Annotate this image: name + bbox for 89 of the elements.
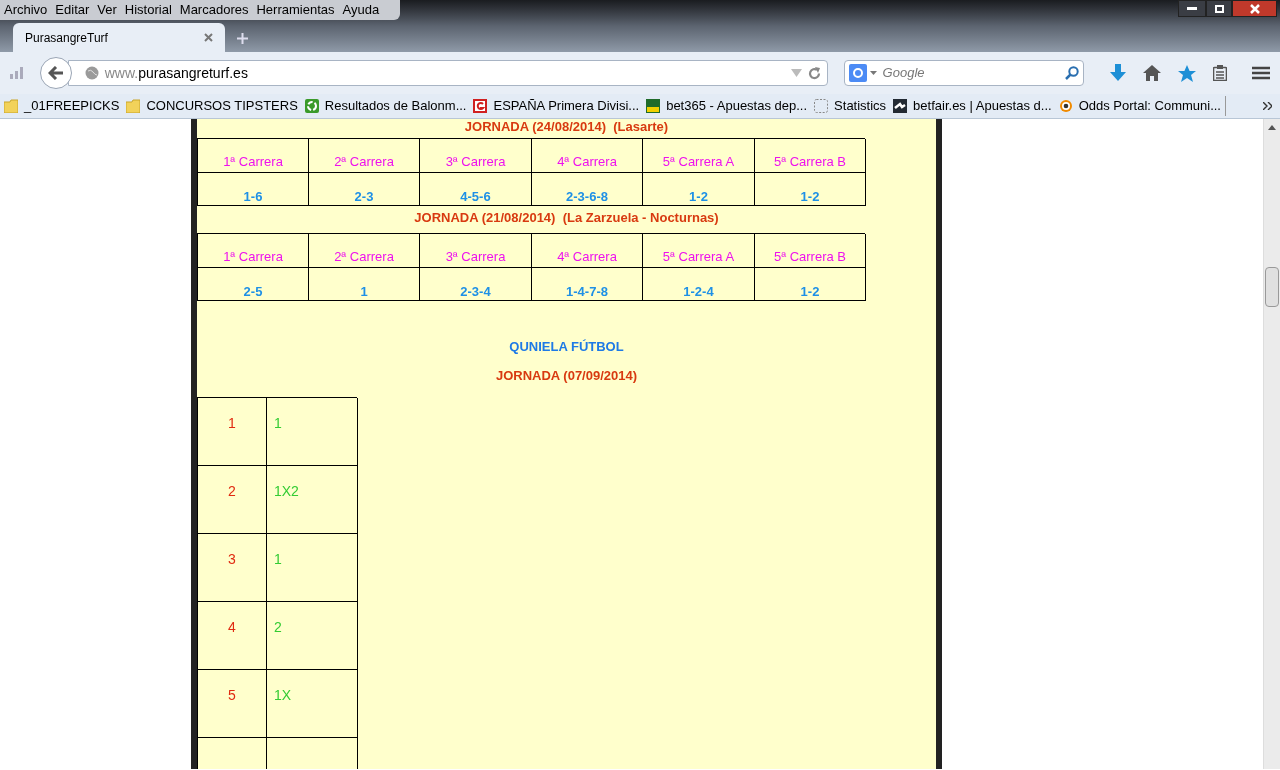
table-cell: 2-3 [309, 173, 420, 206]
table-cell: 2-3-6-8 [532, 173, 643, 206]
minimize-button[interactable] [1178, 0, 1206, 17]
bookmark-link[interactable]: ESPAÑA Primera Divisi... [493, 96, 640, 116]
star-icon[interactable] [1178, 64, 1196, 82]
caret-icon[interactable] [869, 71, 877, 75]
table-cell: 4 [198, 602, 267, 670]
table-header-cell: 4ª Carrera [532, 234, 643, 268]
bookmark-link[interactable]: Statistics [834, 96, 887, 116]
site-icon [893, 99, 908, 113]
folder-icon [126, 99, 141, 113]
table-cell: 1 [198, 398, 267, 466]
table-header-cell: 2ª Carrera [309, 139, 420, 173]
reading-list-icon[interactable] [1213, 65, 1227, 81]
table-cell: 3 [198, 534, 267, 602]
table-cell: 1X2 [267, 466, 358, 534]
reload-icon[interactable] [807, 66, 821, 80]
back-arrow-icon [47, 66, 64, 80]
table-header-cell: 2ª Carrera [309, 234, 420, 268]
download-icon[interactable] [1110, 64, 1126, 82]
signal-icon [10, 67, 24, 79]
menu-item[interactable]: Historial [120, 0, 176, 20]
section-heading: QUNIELA FÚTBOL [508, 338, 625, 356]
table-cell: 1X [267, 670, 358, 738]
section-heading: JORNADA (24/08/2014) (Lasarte) [463, 119, 670, 136]
table-header-cell: 3ª Carrera [420, 234, 532, 268]
bookmark-link[interactable]: Odds Portal: Communi... [1078, 96, 1221, 116]
address-field[interactable]: www.purasangreturf.es [67, 60, 828, 86]
table-cell: 1-4-7-8 [532, 268, 643, 301]
close-icon[interactable] [204, 33, 213, 42]
site-icon [473, 99, 488, 113]
section-heading: JORNADA (07/09/2014) [494, 367, 639, 385]
search-icon[interactable] [1065, 66, 1079, 80]
table-header-cell: 1ª Carrera [198, 234, 309, 268]
table-cell: 5 [198, 670, 267, 738]
back-button[interactable] [39, 57, 72, 89]
table-cell: 1 [267, 398, 358, 466]
menu-item[interactable]: Ayuda [338, 0, 384, 20]
table-cell: 1-2 [755, 268, 866, 301]
dashed-square-icon [814, 99, 829, 113]
table-header-cell: 5ª Carrera A [643, 234, 755, 268]
restore-button[interactable] [1206, 0, 1232, 17]
menu-icon[interactable] [1252, 66, 1270, 80]
table-cell: 1-2-4 [643, 268, 755, 301]
new-tab-icon[interactable] [237, 33, 248, 44]
search-input[interactable]: Google [882, 63, 1065, 83]
table-header-cell: 3ª Carrera [420, 139, 532, 173]
menu-item[interactable]: Marcadores [175, 0, 253, 20]
bookmark-link[interactable]: Resultados de Balonm... [324, 96, 467, 116]
table-header-cell: 1ª Carrera [198, 139, 309, 173]
circular-arrows-icon [304, 99, 319, 113]
table-cell: 1-2 [755, 173, 866, 206]
url-text: www.purasangreturf.es [104, 63, 248, 83]
table-header-cell: 5ª Carrera B [755, 234, 866, 268]
bookmark-link[interactable]: CONCURSOS TIPSTERS [146, 96, 298, 116]
home-icon[interactable] [1143, 65, 1161, 81]
bookmark-link[interactable]: betfair.es | Apuestas d... [913, 96, 1052, 116]
search-field[interactable]: Google [843, 60, 1084, 86]
table-header-cell: 4ª Carrera [532, 139, 643, 173]
target-icon [1058, 99, 1073, 113]
site-icon [646, 99, 661, 113]
menu-item[interactable]: Archivo [0, 0, 52, 20]
table-cell: 1 [267, 534, 358, 602]
globe-icon [84, 66, 99, 80]
close-button[interactable] [1232, 0, 1277, 17]
table-cell: 1-2 [643, 173, 755, 206]
google-logo-icon [848, 64, 867, 82]
table-cell: 2-3-4 [420, 268, 532, 301]
table-cell: 1-6 [198, 173, 309, 206]
table-cell: 2-5 [198, 268, 309, 301]
table-header-cell: 5ª Carrera A [643, 139, 755, 173]
bookmark-link[interactable]: _01FREEPICKS [24, 96, 120, 116]
section-heading: JORNADA (21/08/2014) (La Zarzuela - Nocturnas) [413, 209, 720, 227]
chevron-icon[interactable] [1263, 102, 1272, 110]
folder-icon [4, 99, 18, 113]
table-cell: 4-5-6 [420, 173, 532, 206]
scroll-up-icon[interactable] [1268, 125, 1276, 130]
browser-tab[interactable]: PurasangreTurf [13, 23, 225, 52]
scroll-thumb[interactable] [1265, 267, 1279, 307]
menu-item[interactable]: Editar [51, 0, 94, 20]
menu-item[interactable]: Ver [93, 0, 121, 20]
table-cell: 2 [267, 602, 358, 670]
bookmark-link[interactable]: bet365 - Apuestas dep... [666, 96, 808, 116]
scrollbar[interactable] [1263, 119, 1280, 769]
menu-item[interactable]: Herramientas [252, 0, 339, 20]
table-header-cell: 5ª Carrera B [755, 139, 866, 173]
table-cell: 1 [309, 268, 420, 301]
table-cell: 2 [198, 466, 267, 534]
close-icon [1249, 3, 1260, 14]
